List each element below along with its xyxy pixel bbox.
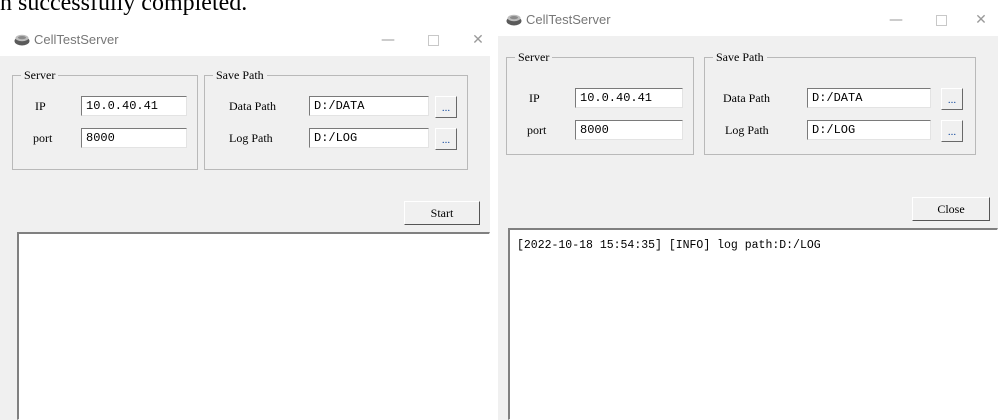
minimize-button[interactable]: — <box>881 8 911 32</box>
ip-input[interactable]: 10.0.40.41 <box>575 88 683 108</box>
maximize-icon <box>935 14 947 26</box>
close-button[interactable]: ✕ <box>966 8 996 32</box>
close-app-button[interactable]: Close <box>912 197 990 221</box>
close-icon: ✕ <box>472 32 484 48</box>
maximize-button[interactable] <box>926 8 956 32</box>
save-path-group-legend: Save Path <box>713 49 767 65</box>
window-before: CellTestServer — ✕ Server IP 10.0.40.41 … <box>0 24 490 420</box>
log-path-browse-button[interactable]: ... <box>941 120 963 142</box>
title-bar[interactable]: CellTestServer — ✕ <box>0 24 490 56</box>
port-label: port <box>33 131 53 145</box>
log-path-browse-button[interactable]: ... <box>435 128 457 150</box>
log-output[interactable] <box>17 232 490 420</box>
port-input[interactable]: 8000 <box>575 120 683 140</box>
ip-label: IP <box>529 91 540 105</box>
minimize-icon: — <box>381 32 395 48</box>
start-button[interactable]: Start <box>404 201 480 225</box>
log-path-input[interactable]: D:/LOG <box>309 128 429 148</box>
port-input[interactable]: 8000 <box>81 128 187 148</box>
app-icon <box>506 14 522 26</box>
save-path-group: Save Path Data Path D:/DATA ... Log Path… <box>204 67 468 170</box>
data-path-input[interactable]: D:/DATA <box>807 88 931 108</box>
minimize-button[interactable]: — <box>373 28 403 52</box>
close-icon: ✕ <box>975 12 987 28</box>
log-path-label: Log Path <box>229 131 273 145</box>
caption-text: n successfully completed. <box>0 0 248 16</box>
port-label: port <box>527 123 547 137</box>
server-group: Server IP 10.0.40.41 port 8000 <box>12 67 198 170</box>
data-path-input[interactable]: D:/DATA <box>309 96 429 116</box>
log-path-input[interactable]: D:/LOG <box>807 120 931 140</box>
server-group-legend: Server <box>21 67 59 83</box>
ip-label: IP <box>35 99 46 113</box>
server-group: Server IP 10.0.40.41 port 8000 <box>506 49 694 155</box>
window-title: CellTestServer <box>526 12 611 27</box>
close-button[interactable]: ✕ <box>463 28 490 52</box>
app-icon <box>14 34 30 46</box>
title-bar[interactable]: CellTestServer — ✕ <box>498 4 998 36</box>
log-output[interactable]: [2022-10-18 15:54:35] [INFO] log path:D:… <box>508 228 998 420</box>
minimize-icon: — <box>889 12 903 28</box>
data-path-label: Data Path <box>229 99 276 113</box>
log-path-label: Log Path <box>725 123 769 137</box>
maximize-icon <box>427 34 439 46</box>
window-title: CellTestServer <box>34 32 119 47</box>
maximize-button[interactable] <box>418 28 448 52</box>
ip-input[interactable]: 10.0.40.41 <box>81 96 187 116</box>
data-path-browse-button[interactable]: ... <box>941 88 963 110</box>
save-path-group: Save Path Data Path D:/DATA ... Log Path… <box>704 49 976 155</box>
data-path-label: Data Path <box>723 91 770 105</box>
save-path-group-legend: Save Path <box>213 67 267 83</box>
data-path-browse-button[interactable]: ... <box>435 96 457 118</box>
server-group-legend: Server <box>515 49 553 65</box>
window-after: CellTestServer — ✕ Server IP 10.0.40.41 … <box>498 4 998 420</box>
